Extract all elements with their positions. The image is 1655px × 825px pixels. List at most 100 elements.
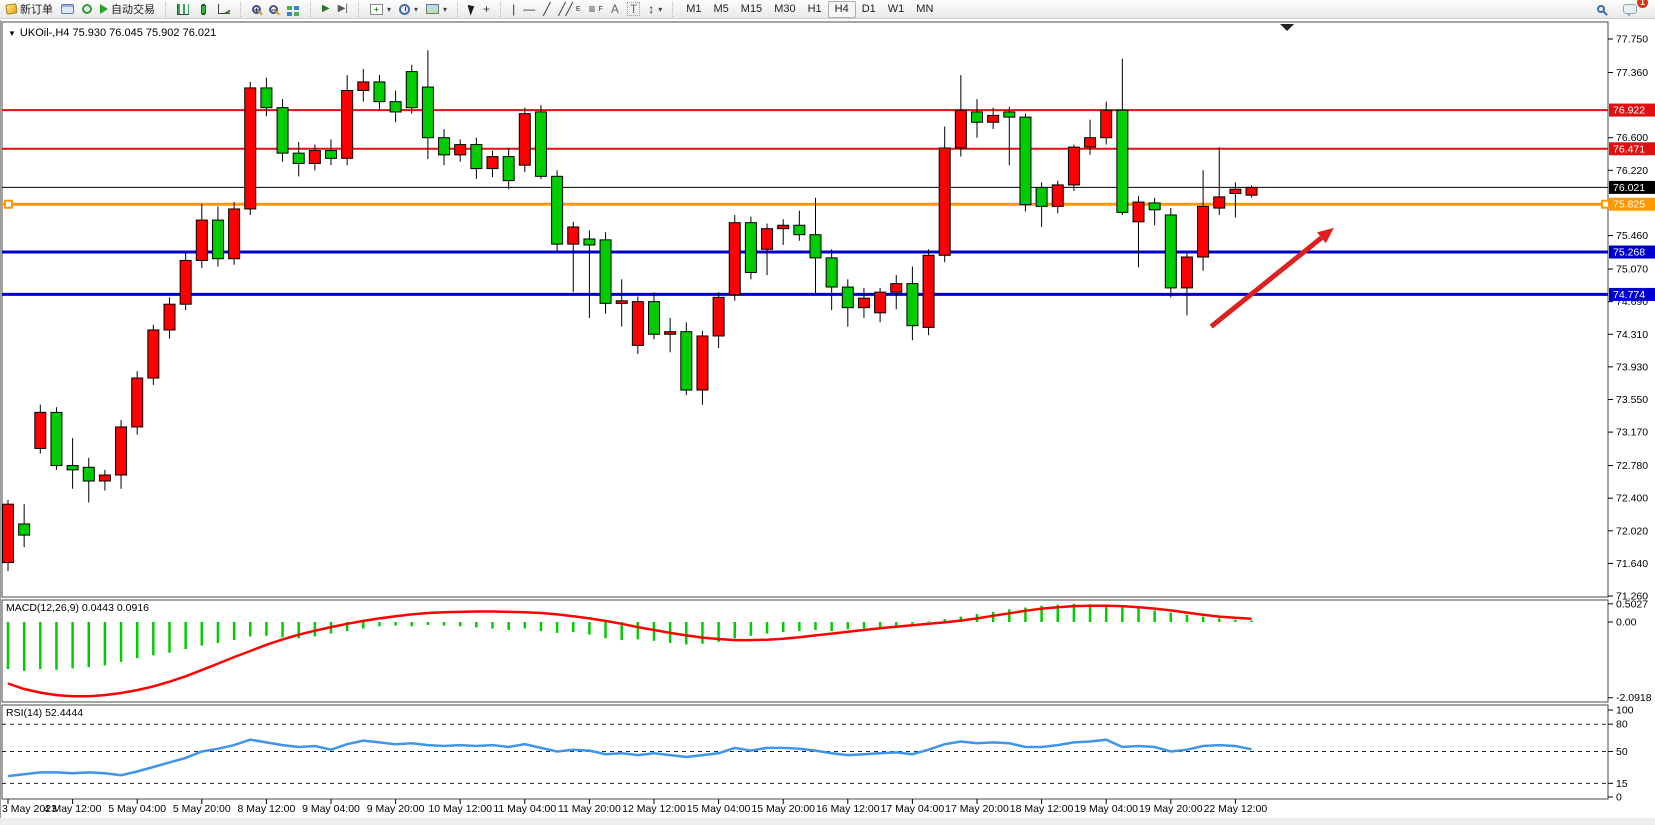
timeframe-d1[interactable]: D1 [856, 1, 882, 18]
arrows-button[interactable]: ↕▾ [644, 1, 666, 18]
zoom-out-button[interactable]: − [265, 1, 282, 18]
svg-text:22 May 12:00: 22 May 12:00 [1204, 803, 1268, 815]
new-order-button[interactable]: 新订单 [2, 1, 57, 18]
arrows-icon: ↕ [648, 3, 654, 15]
candle [196, 220, 207, 260]
svg-text:0.00: 0.00 [1616, 617, 1637, 629]
candle [277, 108, 288, 153]
timeframe-m1[interactable]: M1 [680, 1, 707, 18]
candle [584, 239, 595, 245]
hline-handle-left [5, 201, 12, 208]
toolbar-separator [500, 2, 505, 17]
auto-scroll-button[interactable]: ▶ [318, 1, 334, 18]
svg-text:73.170: 73.170 [1616, 427, 1648, 439]
vertical-line-button[interactable]: | [508, 1, 519, 18]
svg-text:0.5027: 0.5027 [1616, 598, 1648, 610]
chevron-down-icon: ▾ [658, 5, 662, 14]
timeframe-m5[interactable]: M5 [708, 1, 735, 18]
chart-window[interactable]: ▼UKOil-,H4 75.930 76.045 75.902 76.021 M… [0, 19, 1655, 825]
candle [632, 302, 643, 346]
timeframe-h1[interactable]: H1 [802, 1, 828, 18]
timeframe-m15[interactable]: M15 [735, 1, 768, 18]
candle [1165, 215, 1176, 288]
signal-button[interactable] [78, 1, 96, 18]
bar-chart-button[interactable] [173, 1, 193, 18]
candle [148, 330, 159, 378]
candle [67, 466, 78, 470]
price-pane[interactable] [2, 22, 1608, 597]
candle [955, 110, 966, 148]
text-label-button[interactable]: T [623, 1, 644, 18]
vertical-line-icon: | [512, 3, 515, 15]
candle [293, 153, 304, 163]
toolbar-separator [358, 2, 363, 17]
time-axis[interactable]: 3 May 20234 May 12:005 May 04:005 May 20… [2, 799, 1267, 815]
candle [471, 145, 482, 169]
periods-button[interactable]: ▾ [395, 1, 422, 18]
auto-trading-button[interactable]: 自动交易 [96, 1, 159, 18]
candle [649, 302, 660, 335]
notification-badge: 1 [1637, 0, 1648, 8]
svg-text:9 May 04:00: 9 May 04:00 [302, 803, 360, 815]
candle [1198, 206, 1209, 257]
text-button[interactable]: A [607, 1, 623, 18]
search-button[interactable] [1593, 1, 1609, 18]
trendline-button[interactable]: ╱ [539, 1, 554, 18]
timeframe-group: M1M5M15M30H1H4D1W1MN [680, 1, 939, 18]
candle [374, 82, 385, 102]
chart-shift-button[interactable]: ▶| [334, 1, 352, 18]
macd-pane[interactable] [2, 600, 1608, 702]
zoom-in-button[interactable]: + [248, 1, 265, 18]
candle [503, 157, 514, 181]
toolbar-separator [310, 2, 315, 17]
candle [3, 504, 14, 562]
templates-button[interactable]: ▾ [422, 1, 451, 18]
zoom-out-icon: − [269, 5, 278, 14]
candle [1036, 187, 1047, 206]
svg-text:71.640: 71.640 [1616, 558, 1648, 570]
timeframe-mn[interactable]: MN [910, 1, 939, 18]
notifications-button[interactable]: 1 [1619, 1, 1641, 18]
horizontal-line-button[interactable]: — [519, 1, 539, 18]
chat-icon [1623, 4, 1637, 14]
templates-icon [426, 4, 439, 14]
cursor-button[interactable] [465, 1, 479, 18]
chart-canvas[interactable]: 77.75077.36076.60076.22075.46075.07074.6… [0, 19, 1655, 825]
svg-text:11 May 20:00: 11 May 20:00 [558, 803, 621, 815]
candle [907, 284, 918, 326]
collapse-triangle-icon[interactable]: ▼ [8, 29, 16, 38]
profiles-icon [61, 4, 74, 14]
svg-text:74.310: 74.310 [1616, 329, 1648, 341]
svg-text:0: 0 [1616, 792, 1622, 804]
auto-scroll-icon: ▶ [322, 3, 330, 15]
svg-text:76.922: 76.922 [1613, 105, 1645, 117]
candle [681, 332, 692, 390]
svg-text:76.471: 76.471 [1613, 143, 1645, 155]
channel-button[interactable]: ╱╱E [554, 1, 584, 18]
line-chart-button[interactable] [214, 1, 234, 18]
timeframe-m30[interactable]: M30 [768, 1, 801, 18]
tile-windows-button[interactable] [282, 1, 304, 18]
candlestick-chart-button[interactable] [193, 1, 214, 18]
candle [858, 298, 869, 307]
window-bottom-strip [0, 818, 1655, 825]
profiles-button[interactable] [57, 1, 78, 18]
symbol-title[interactable]: ▼UKOil-,H4 75.930 76.045 75.902 76.021 [8, 27, 216, 39]
chevron-down-icon: ▾ [414, 5, 418, 14]
svg-text:100: 100 [1616, 705, 1634, 717]
horizontal-line-icon: — [523, 3, 535, 15]
new-chart-button[interactable]: +▾ [366, 1, 395, 18]
svg-text:19 May 20:00: 19 May 20:00 [1139, 803, 1203, 815]
fibonacci-button[interactable]: ≡F [585, 1, 607, 18]
timeframe-w1[interactable]: W1 [882, 1, 911, 18]
candle [229, 209, 240, 259]
crosshair-button[interactable]: + [479, 1, 494, 18]
fibonacci-icon: ≡ [589, 3, 596, 15]
candle [116, 427, 127, 475]
svg-text:74.774: 74.774 [1613, 289, 1645, 301]
svg-text:76.021: 76.021 [1613, 182, 1645, 194]
svg-text:15 May 04:00: 15 May 04:00 [687, 803, 751, 815]
timeframe-h4[interactable]: H4 [828, 1, 856, 18]
svg-text:75.268: 75.268 [1613, 247, 1645, 259]
candle [519, 114, 530, 165]
